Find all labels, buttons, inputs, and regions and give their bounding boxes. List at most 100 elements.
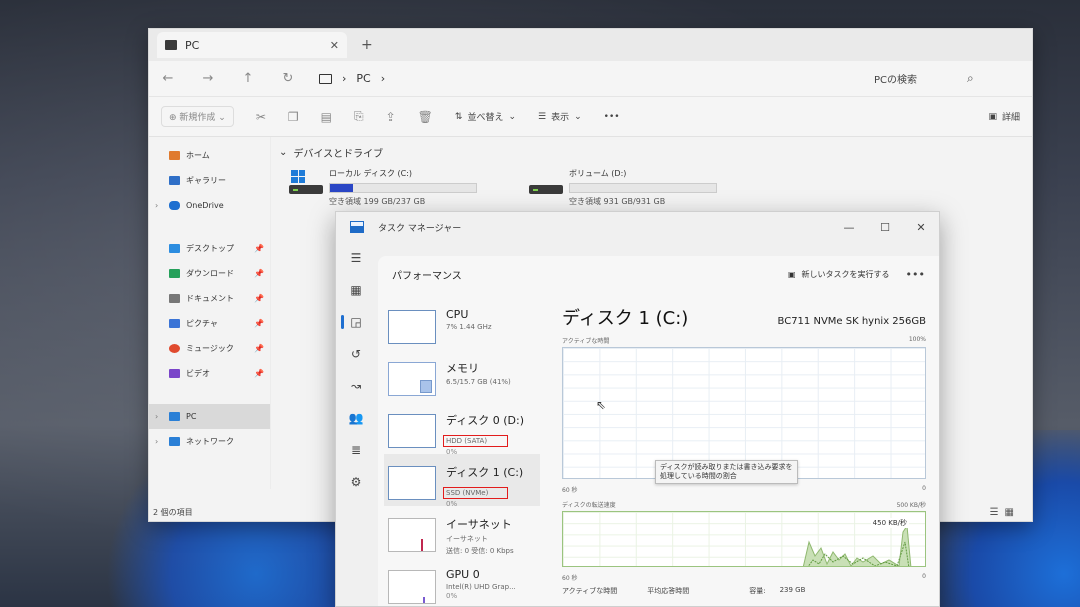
rename-icon[interactable]: ⎘ bbox=[354, 109, 364, 124]
transfer-rate-scale: 450 KB/秒 bbox=[870, 518, 909, 528]
forward-arrow-icon[interactable]: → bbox=[199, 71, 217, 86]
run-task-icon: ▣ bbox=[787, 269, 796, 279]
disk0-mini-graph bbox=[388, 414, 436, 448]
task-manager-icon bbox=[350, 221, 364, 233]
pc-icon bbox=[165, 40, 177, 50]
pictures-icon bbox=[169, 319, 180, 328]
time-axis-right: 0 bbox=[922, 485, 926, 492]
users-icon[interactable]: 👥 bbox=[336, 402, 376, 434]
processes-icon[interactable]: ▦ bbox=[336, 274, 376, 306]
sidebar-item-music[interactable]: ミュージック 📌 bbox=[149, 336, 270, 361]
sidebar-item-network[interactable]: › ネットワーク bbox=[149, 429, 270, 454]
breadcrumb[interactable]: › PC › bbox=[319, 72, 385, 85]
drive-usage-bar bbox=[569, 183, 717, 193]
performance-icon[interactable]: ◲ bbox=[336, 306, 376, 338]
app-history-icon[interactable]: ↺ bbox=[336, 338, 376, 370]
memory-mini-graph bbox=[388, 362, 436, 396]
cpu-mini-graph bbox=[388, 310, 436, 344]
details-button[interactable]: ▣ 詳細 bbox=[988, 110, 1020, 124]
network-icon bbox=[169, 437, 180, 446]
more-options-button[interactable]: ••• bbox=[906, 268, 925, 281]
active-time-max: 100% bbox=[908, 336, 926, 343]
refresh-icon[interactable]: ↻ bbox=[279, 71, 297, 86]
startup-apps-icon[interactable]: ↝ bbox=[336, 370, 376, 402]
drive-free-space: 空き領域 199 GB/237 GB bbox=[329, 197, 426, 206]
paste-icon[interactable]: ▤ bbox=[321, 110, 332, 124]
hamburger-menu-icon[interactable]: ☰ bbox=[336, 242, 376, 274]
stat-capacity: 239 GB bbox=[779, 586, 806, 594]
perf-item-ethernet[interactable]: イーサネット イーサネット 送信: 0 受信: 0 Kbps bbox=[384, 506, 540, 558]
system-drive-icon bbox=[289, 170, 323, 194]
sidebar-item-gallery[interactable]: ギャラリー bbox=[149, 168, 270, 193]
transfer-rate-max: 500 KB/秒 bbox=[896, 502, 926, 509]
perf-item-gpu[interactable]: GPU 0 Intel(R) UHD Grap... 0% bbox=[384, 558, 540, 607]
copy-icon[interactable]: ❐ bbox=[288, 110, 299, 124]
hard-drive-icon bbox=[529, 170, 563, 194]
title-bar: タスク マネージャー — ☐ ✕ bbox=[336, 212, 939, 242]
sort-button[interactable]: ⇅ 並べ替え ⌄ bbox=[455, 110, 516, 124]
more-button[interactable]: ••• bbox=[604, 112, 620, 122]
monitor-icon bbox=[319, 73, 332, 84]
perf-item-cpu[interactable]: CPU 7% 1.44 GHz bbox=[384, 298, 540, 350]
chevron-down-icon: ⌄ bbox=[279, 147, 288, 158]
performance-list: CPU 7% 1.44 GHz メモリ 6.5/15.7 GB (41%) ディスク… bbox=[384, 298, 540, 607]
search-placeholder: PCの検索 bbox=[874, 75, 918, 86]
address-bar-row: ← → ↑ ↻ › PC › PCの検索 ⌕ bbox=[149, 61, 1032, 97]
performance-page: パフォーマンス ▣ 新しいタスクを実行する ••• CPU 7% 1.44 GHz … bbox=[378, 256, 939, 606]
rate-time-right: 0 bbox=[922, 573, 926, 580]
highlight-box-ssd: SSD (NVMe) bbox=[443, 487, 508, 499]
maximize-button[interactable]: ☐ bbox=[867, 221, 903, 234]
perf-item-memory[interactable]: メモリ 6.5/15.7 GB (41%) bbox=[384, 350, 540, 402]
close-icon[interactable]: ✕ bbox=[330, 39, 339, 52]
graph-tooltip: ディスクが読み取りまたは書き込み要求を 処理している時間の割合 bbox=[655, 460, 798, 485]
services-icon[interactable]: ⚙ bbox=[336, 466, 376, 498]
group-header[interactable]: ⌄ デバイスとドライブ bbox=[279, 145, 1032, 160]
minimize-button[interactable]: — bbox=[831, 221, 867, 234]
stat-active-time: アクティブな時間 bbox=[562, 587, 618, 595]
drive-d[interactable]: ボリューム (D:) 空き領域 931 GB/931 GB bbox=[529, 168, 717, 207]
search-input[interactable]: PCの検索 ⌕ bbox=[792, 67, 1022, 91]
music-icon bbox=[169, 344, 180, 353]
sidebar-item-home[interactable]: ホーム bbox=[149, 143, 270, 168]
add-tab-button[interactable]: + bbox=[361, 37, 373, 53]
stat-capacity-label: 容量: bbox=[749, 587, 766, 595]
disk1-mini-graph bbox=[388, 466, 436, 500]
new-button[interactable]: ⊕ 新規作成 ⌄ bbox=[161, 106, 234, 127]
rate-time-left: 60 秒 bbox=[562, 575, 578, 582]
up-arrow-icon[interactable]: ↑ bbox=[239, 71, 257, 86]
stat-response-time: 平均応答時間 bbox=[647, 587, 690, 595]
command-bar: ⊕ 新規作成 ⌄ ✂ ❐ ▤ ⎘ ⇪ 🗑 ⇅ 並べ替え ⌄ ☰ 表示 ⌄ ••• ▣… bbox=[149, 97, 1032, 137]
details-icon[interactable]: ≣ bbox=[336, 434, 376, 466]
sidebar-item-desktop[interactable]: デスクトップ 📌 bbox=[149, 236, 270, 261]
disk-detail-panel: ディスク 1 (C:) BC711 NVMe SK hynix 256GB アク… bbox=[562, 304, 926, 596]
view-toggle-icons[interactable]: ☰▦ bbox=[990, 507, 1020, 518]
perf-item-disk1[interactable]: ディスク 1 (C:) SSD (NVMe) 0% bbox=[384, 454, 540, 508]
drive-c[interactable]: ローカル ディスク (C:) 空き領域 199 GB/237 GB bbox=[289, 168, 477, 207]
document-icon bbox=[169, 294, 180, 303]
desktop-icon bbox=[169, 244, 180, 253]
tab-pc[interactable]: PC ✕ bbox=[157, 32, 347, 58]
delete-icon[interactable]: 🗑 bbox=[418, 110, 433, 124]
share-icon[interactable]: ⇪ bbox=[386, 110, 396, 124]
chevron-right-icon: › bbox=[155, 437, 159, 446]
ethernet-mini-graph bbox=[388, 518, 436, 552]
task-manager-window: タスク マネージャー — ☐ ✕ ☰ ▦ ◲ ↺ ↝ 👥 ≣ ⚙ パフォーマンス… bbox=[335, 211, 940, 607]
pin-icon: 📌 bbox=[254, 294, 264, 303]
view-button[interactable]: ☰ 表示 ⌄ bbox=[538, 110, 582, 124]
sidebar-item-onedrive[interactable]: › OneDrive bbox=[149, 193, 270, 218]
drive-usage-bar bbox=[329, 183, 477, 193]
sidebar-item-pictures[interactable]: ピクチャ 📌 bbox=[149, 311, 270, 336]
close-button[interactable]: ✕ bbox=[903, 221, 939, 234]
perf-item-disk0[interactable]: ディスク 0 (D:) HDD (SATA) 0% bbox=[384, 402, 540, 456]
run-new-task-button[interactable]: ▣ 新しいタスクを実行する bbox=[788, 269, 890, 280]
back-arrow-icon[interactable]: ← bbox=[159, 71, 177, 86]
gpu-mini-graph bbox=[388, 570, 436, 604]
navigation-pane: ホーム ギャラリー › OneDrive デスクトップ 📌 ダウンロード 📌 ドキュメ… bbox=[149, 137, 271, 489]
sidebar-item-pc[interactable]: › PC bbox=[149, 404, 270, 429]
sidebar-item-documents[interactable]: ドキュメント 📌 bbox=[149, 286, 270, 311]
pin-icon: 📌 bbox=[254, 269, 264, 278]
breadcrumb-pc[interactable]: PC bbox=[356, 72, 370, 85]
sidebar-item-videos[interactable]: ビデオ 📌 bbox=[149, 361, 270, 386]
cut-icon[interactable]: ✂ bbox=[256, 110, 266, 124]
sidebar-item-downloads[interactable]: ダウンロード 📌 bbox=[149, 261, 270, 286]
